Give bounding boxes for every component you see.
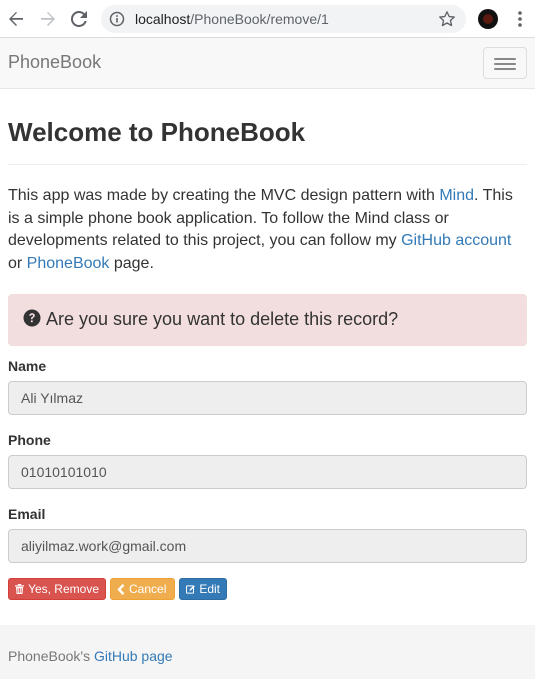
email-label: Email	[8, 506, 46, 522]
browser-toolbar: localhost/PhoneBook/remove/1	[0, 0, 535, 38]
page-title: Welcome to PhoneBook	[8, 117, 306, 147]
phonebook-link[interactable]: PhoneBook	[27, 255, 110, 272]
hamburger-icon-bar	[494, 68, 516, 70]
delete-confirm-alert: Are you sure you want to delete this rec…	[8, 294, 527, 346]
bookmark-star-icon[interactable]	[438, 10, 456, 28]
arrow-left-icon	[9, 12, 23, 26]
url-path: /PhoneBook/remove/1	[190, 11, 329, 27]
hamburger-icon-bar	[494, 63, 516, 65]
question-circle-icon	[23, 309, 41, 327]
back-button[interactable]	[4, 7, 28, 31]
phone-label: Phone	[8, 432, 51, 448]
more-menu-icon[interactable]	[512, 9, 528, 29]
intro-paragraph: This app was made by creating the MVC de…	[8, 185, 527, 275]
intro-text: or	[8, 254, 27, 272]
alert-message: Are you sure you want to delete this rec…	[46, 309, 399, 329]
footer-text: PhoneBook's GitHub page	[8, 648, 173, 664]
reload-icon	[71, 11, 87, 27]
footer-prefix: PhoneBook's	[8, 648, 94, 664]
name-label: Name	[8, 358, 47, 374]
divider	[8, 164, 527, 165]
forward-button[interactable]	[36, 7, 60, 31]
url-text: localhost/PhoneBook/remove/1	[135, 11, 329, 27]
phone-field[interactable]: 01010101010	[8, 455, 527, 489]
site-navbar: PhoneBook	[0, 38, 535, 89]
navbar-toggle-button[interactable]	[483, 47, 527, 79]
yes-remove-button[interactable]: Yes, Remove	[8, 578, 106, 600]
github-account-link[interactable]: GitHub account	[401, 232, 511, 249]
hamburger-icon-bar	[494, 58, 516, 60]
page-footer: PhoneBook's GitHub page	[0, 625, 535, 679]
mind-link[interactable]: Mind	[439, 187, 474, 204]
navbar-brand[interactable]: PhoneBook	[8, 52, 101, 73]
cancel-label: Cancel	[129, 582, 167, 596]
yes-remove-label: Yes, Remove	[28, 582, 99, 596]
profile-avatar[interactable]	[478, 9, 498, 29]
intro-text: page.	[109, 254, 154, 272]
arrow-right-icon	[41, 12, 55, 26]
edit-label: Edit	[199, 582, 220, 596]
footer-github-link[interactable]: GitHub page	[94, 648, 173, 664]
edit-icon	[186, 585, 195, 594]
name-field[interactable]: Ali Yılmaz	[8, 381, 527, 415]
url-host: localhost	[135, 11, 191, 27]
intro-text: This app was made by creating the MVC de…	[8, 187, 440, 204]
edit-button[interactable]: Edit	[179, 578, 227, 600]
reload-button[interactable]	[67, 7, 91, 31]
trash-icon	[15, 584, 25, 594]
info-icon[interactable]	[109, 11, 125, 27]
address-bar[interactable]: localhost/PhoneBook/remove/1	[101, 5, 466, 33]
cancel-button[interactable]: Cancel	[110, 578, 175, 600]
chevron-left-icon	[117, 583, 125, 595]
email-field[interactable]: aliyilmaz.work@gmail.com	[8, 529, 527, 563]
